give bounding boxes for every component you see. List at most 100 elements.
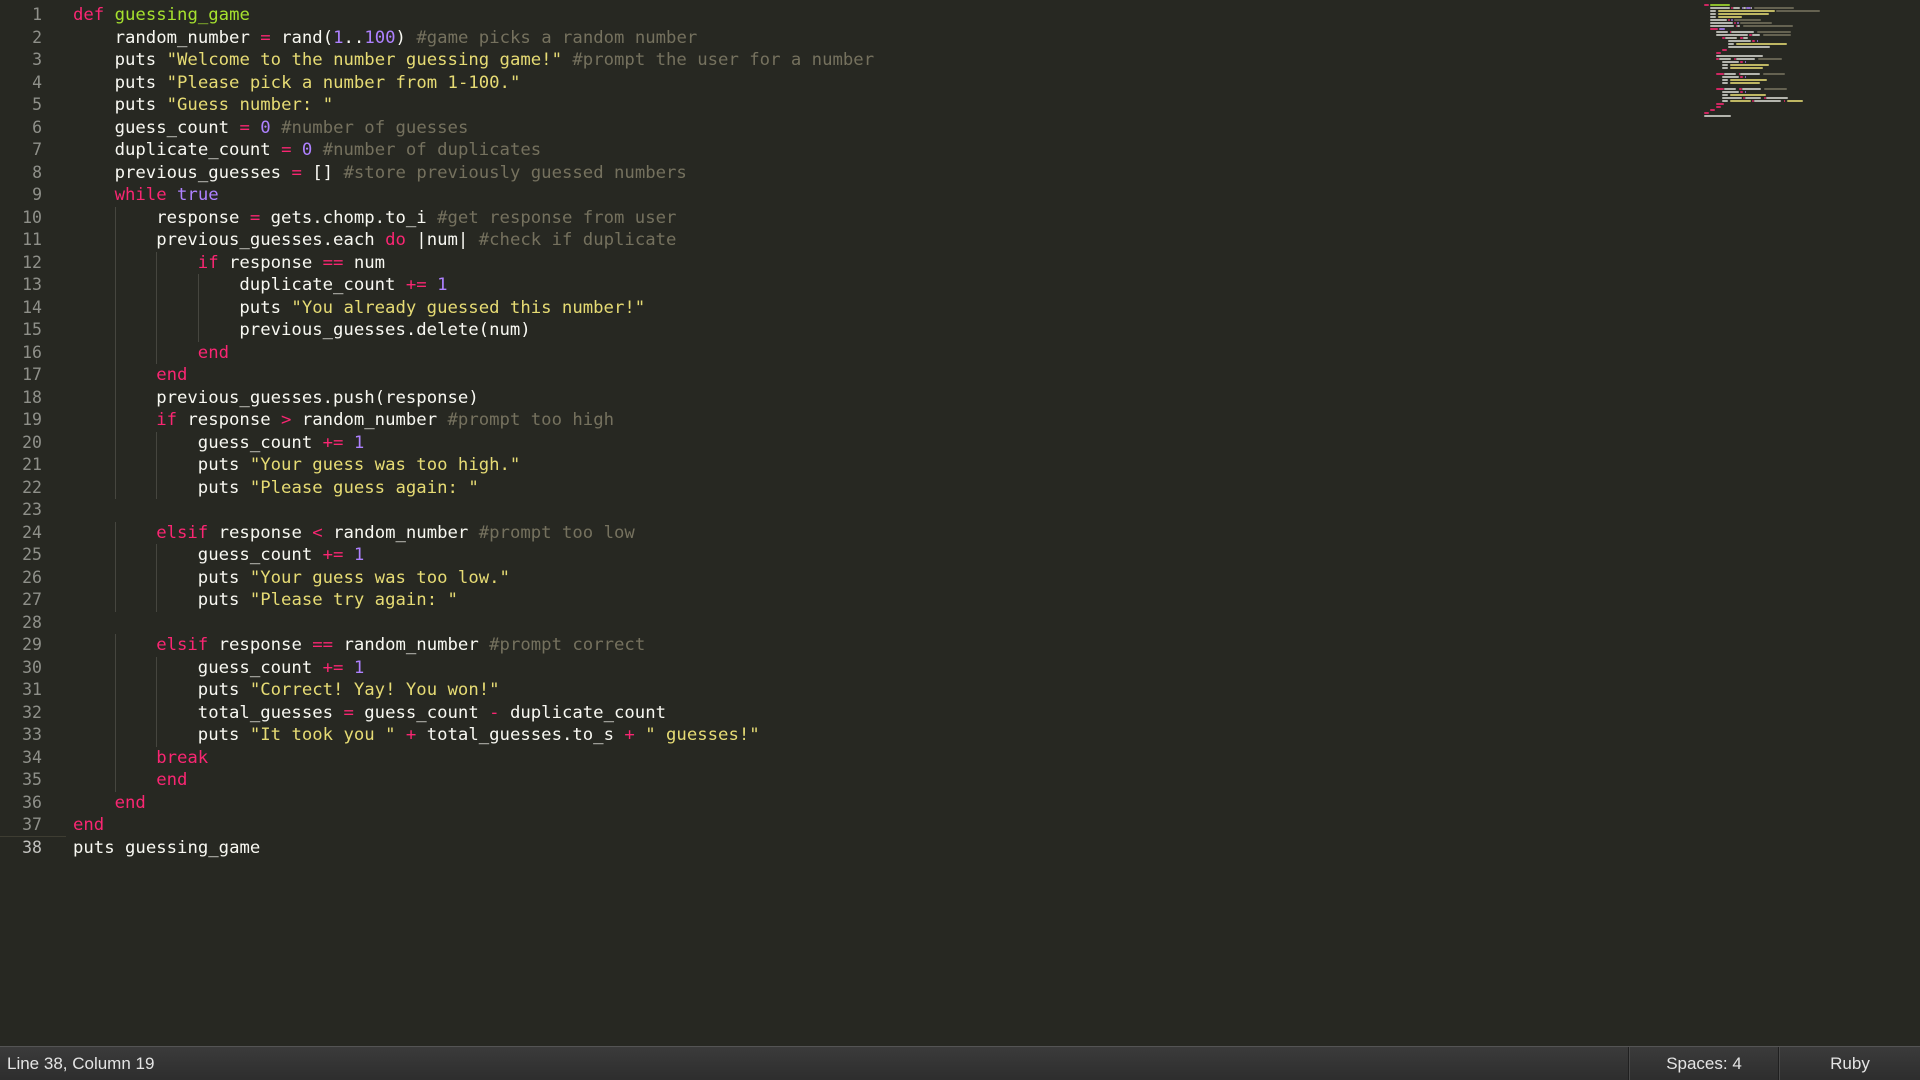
code-token: "Please pick a number from 1-100."	[166, 72, 521, 93]
minimap-token	[1743, 37, 1748, 39]
line-code: end	[198, 342, 229, 365]
line-number: 25	[22, 545, 42, 564]
code-line[interactable]: 26 puts "Your guess was too low."	[0, 566, 1700, 590]
line-code: response = gets.chomp.to_i #get response…	[156, 207, 676, 230]
line-code: puts "Your guess was too low."	[198, 567, 510, 590]
indent-guide	[156, 431, 158, 454]
code-line[interactable]: 34 break	[0, 746, 1700, 769]
line-number: 3	[32, 50, 42, 69]
indent-guide	[114, 296, 116, 319]
code-line[interactable]: 6 guess_count = 0 #number of guesses	[0, 117, 1700, 140]
code-line[interactable]: 4 puts "Please pick a number from 1-100."	[0, 72, 1700, 95]
line-code: puts "Guess number: "	[115, 94, 334, 117]
code-token: while	[114, 185, 167, 205]
code-line[interactable]: 20 guess_count += 1	[0, 431, 1700, 454]
minimap-token	[1758, 58, 1782, 60]
code-line[interactable]: 11 previous_guesses.each do |num| #check …	[0, 229, 1700, 252]
code-editor[interactable]: 1 def guessing_game 2 random_number = rand(…	[0, 0, 1920, 1046]
code-line[interactable]: 16 end	[0, 341, 1700, 365]
code-token: response	[156, 207, 250, 228]
code-line[interactable]: 33 puts "It took you " + total_guesses.to…	[0, 724, 1700, 747]
line-code: puts "You already guessed this number!"	[239, 297, 645, 320]
minimap-token	[1729, 67, 1763, 69]
code-line[interactable]: 17 end	[0, 364, 1700, 387]
line-code: elsif response < random_number #prompt t…	[156, 522, 635, 545]
line-number: 32	[22, 702, 42, 722]
minimap-token	[1734, 22, 1736, 24]
code-line[interactable]: 5 puts "Guess number: "	[0, 94, 1700, 117]
minimap-token	[1753, 100, 1781, 102]
indent-guide	[114, 656, 116, 679]
minimap-token	[1710, 10, 1716, 12]
indent-guide	[114, 679, 116, 702]
minimap-token	[1729, 79, 1767, 81]
code-token: "Please guess again: "	[249, 477, 479, 498]
minimap[interactable]	[1700, 0, 1920, 1046]
code-line[interactable]: 27 puts "Please try again: "	[0, 589, 1700, 612]
line-code: puts "Correct! Yay! You won!"	[198, 679, 500, 702]
code-line[interactable]: 12 if response == num	[0, 251, 1700, 274]
indentation-setting[interactable]: Spaces: 4	[1628, 1047, 1779, 1080]
code-line[interactable]: 3 puts "Welcome to the number guessing ga…	[0, 49, 1700, 72]
code-line[interactable]: 36 end	[0, 792, 1700, 815]
minimap-token	[1776, 10, 1820, 12]
code-line[interactable]: 21 puts "Your guess was too high."	[0, 454, 1700, 477]
line-number: 12	[22, 252, 42, 272]
line-code: previous_guesses.each do |num| #check if…	[156, 229, 676, 252]
minimap-token	[1764, 88, 1787, 90]
code-line[interactable]: 22 puts "Please guess again: "	[0, 476, 1700, 499]
code-line[interactable]: 19 if response > random_number #prompt to…	[0, 409, 1700, 432]
line-number: 5	[32, 95, 42, 114]
code-line[interactable]: 23	[0, 499, 1700, 522]
syntax-selector[interactable]: Ruby	[1778, 1047, 1920, 1080]
minimap-token	[1722, 97, 1742, 99]
code-token: if	[197, 252, 219, 273]
code-area[interactable]: 1 def guessing_game 2 random_number = rand(…	[0, 4, 1700, 859]
code-token: random_number	[114, 27, 261, 48]
code-line[interactable]: 10 response = gets.chomp.to_i #get respon…	[0, 206, 1700, 230]
minimap-token	[1750, 7, 1752, 9]
minimap-token	[1704, 112, 1709, 114]
minimap-token	[1710, 25, 1734, 27]
minimap-token	[1717, 13, 1769, 15]
line-number: 1	[32, 5, 42, 24]
code-line[interactable]: 28	[0, 612, 1700, 635]
indent-guide	[114, 544, 116, 567]
line-number: 19	[22, 410, 42, 429]
minimap-token	[1752, 34, 1760, 36]
code-line[interactable]: 7 duplicate_count = 0 #number of duplicat…	[0, 139, 1700, 162]
code-line[interactable]: 38 puts guessing_game	[0, 836, 1700, 859]
code-line[interactable]: 18 previous_guesses.push(response)	[0, 386, 1700, 409]
line-number: 15	[22, 320, 42, 339]
code-line[interactable]: 14 puts "You already guessed this number!…	[0, 296, 1700, 320]
code-line[interactable]: 13 duplicate_count += 1	[0, 274, 1700, 297]
code-line[interactable]: 2 random_number = rand(1..100) #game pick…	[0, 27, 1700, 50]
indent-guide	[114, 746, 116, 769]
code-line[interactable]: 24 elsif response < random_number #prompt…	[0, 521, 1700, 545]
code-line[interactable]: 35 end	[0, 769, 1700, 792]
minimap-token	[1722, 82, 1728, 84]
code-line[interactable]: 9 while true	[0, 184, 1700, 207]
code-line[interactable]: 29 elsif response == random_number #promp…	[0, 634, 1700, 657]
code-token: +=	[322, 432, 344, 453]
code-line[interactable]: 31 puts "Correct! Yay! You won!"	[0, 679, 1700, 702]
code-token: ..	[343, 27, 365, 48]
indent-guide	[114, 476, 116, 499]
code-line[interactable]: 15 previous_guesses.delete(num)	[0, 319, 1700, 342]
minimap-token	[1737, 25, 1740, 27]
code-line[interactable]: 8 previous_guesses = [] #store previously…	[0, 162, 1700, 185]
cursor-position[interactable]: Line 38, Column 19	[7, 1047, 154, 1080]
minimap-token	[1710, 7, 1730, 9]
code-line[interactable]: 32 total_guesses = guess_count - duplicat…	[0, 701, 1700, 724]
code-line[interactable]: 1 def guessing_game	[0, 4, 1700, 27]
code-token: guess_count	[353, 702, 490, 723]
code-token: #prompt the user for a number	[572, 50, 875, 70]
code-token: <	[312, 522, 323, 543]
code-token: random_number	[291, 410, 448, 430]
code-line[interactable]: 30 guess_count += 1	[0, 656, 1700, 679]
code-line[interactable]: 37 end	[0, 814, 1700, 837]
line-number: 8	[32, 162, 42, 182]
code-line[interactable]: 25 guess_count += 1	[0, 544, 1700, 567]
